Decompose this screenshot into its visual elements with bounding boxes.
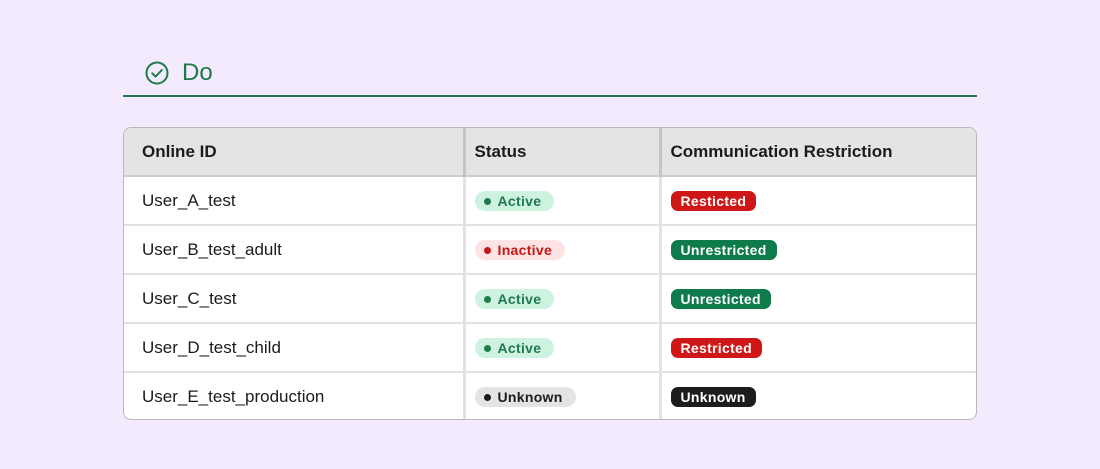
restriction-badge: Resticted [670, 190, 757, 211]
restriction-badge: Unresticted [670, 288, 771, 309]
online-id-cell: User_E_test_production [124, 371, 464, 419]
status-badge: Active [474, 337, 555, 358]
column-header-status: Status [462, 128, 660, 177]
online-id-cell: User_C_test [124, 273, 464, 323]
status-cell: Active [462, 175, 660, 225]
status-label: Active [497, 339, 542, 356]
restriction-badge: Unrestricted [670, 239, 777, 260]
restriction-cell: Unknown [658, 371, 976, 419]
table-row: User_A_test Active Resticted [124, 175, 976, 225]
users-table: Online ID Status Communication Restricti… [123, 127, 977, 420]
check-circle-icon [145, 61, 169, 85]
restriction-badge: Restricted [670, 337, 762, 358]
table-header-row: Online ID Status Communication Restricti… [124, 128, 976, 177]
status-label: Active [497, 290, 542, 307]
status-label: Unknown [497, 388, 563, 405]
table-row: User_B_test_adult Inactive Unrestricted [124, 224, 976, 274]
restriction-badge: Unknown [670, 386, 756, 407]
status-cell: Unknown [462, 371, 660, 419]
online-id-cell: User_D_test_child [124, 322, 464, 372]
restriction-cell: Restricted [658, 322, 976, 372]
table-row: User_C_test Active Unresticted [124, 273, 976, 323]
restriction-cell: Unrestricted [658, 224, 976, 274]
online-id-cell: User_B_test_adult [124, 224, 464, 274]
column-header-communication-restriction: Communication Restriction [658, 128, 976, 177]
status-dot-icon [483, 197, 491, 205]
status-cell: Active [462, 322, 660, 372]
status-badge: Active [474, 190, 555, 211]
do-section-header: Do [123, 58, 977, 97]
status-dot-icon [483, 344, 491, 352]
status-cell: Active [462, 273, 660, 323]
status-dot-icon [483, 295, 491, 303]
status-label: Active [497, 192, 542, 209]
restriction-cell: Resticted [658, 175, 976, 225]
do-title: Do [182, 59, 213, 86]
table-row: User_D_test_child Active Restricted [124, 322, 976, 372]
status-cell: Inactive [462, 224, 660, 274]
status-label: Inactive [497, 241, 553, 258]
status-badge: Inactive [474, 239, 566, 260]
online-id-cell: User_A_test [124, 175, 464, 225]
status-badge: Active [474, 288, 555, 309]
restriction-cell: Unresticted [658, 273, 976, 323]
status-badge: Unknown [474, 386, 576, 407]
status-dot-icon [483, 393, 491, 401]
table-row: User_E_test_production Unknown Unknown [124, 371, 976, 419]
status-dot-icon [483, 246, 491, 254]
column-header-online-id: Online ID [124, 128, 464, 177]
